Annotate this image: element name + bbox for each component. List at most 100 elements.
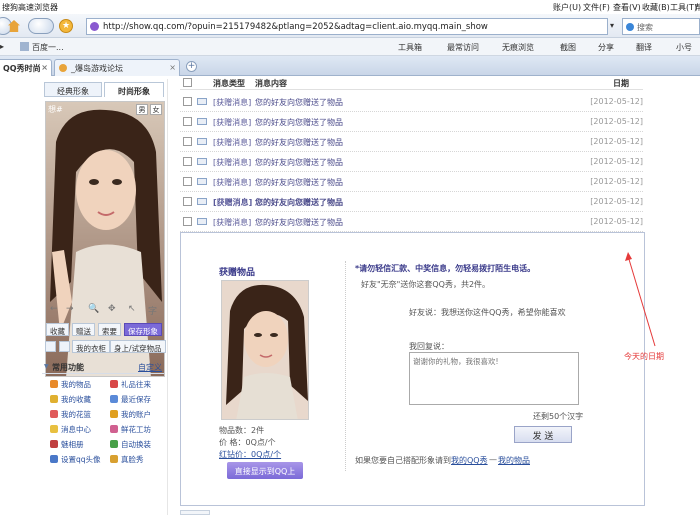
menu-tools[interactable]: 工具(T) [670,2,697,13]
tab-classic-image[interactable]: 经典形象 [44,82,102,97]
row-checkbox[interactable] [183,97,192,106]
my-wardrobe-button[interactable]: 我的衣柜 [72,340,110,353]
row-content[interactable]: 您的好友向您赠送了物品 [255,217,343,228]
row-content[interactable]: 您的好友向您赠送了物品 [255,177,343,188]
row-date: [2012-05-12] [590,197,643,206]
header-date: 日期 [613,79,629,88]
toolbar-share[interactable]: 分享 [598,42,614,53]
gift-item-preview [221,280,309,420]
functions-header: ▼ 常用功能 自定义 [42,362,164,374]
undo-icon[interactable]: ← [50,304,58,314]
close-icon[interactable]: × [41,63,48,72]
window-title: 搜狗高速浏览器 [2,3,58,12]
menu-view[interactable]: 查看(V) [613,2,641,13]
text-icon[interactable]: 字 [148,304,157,317]
row-content[interactable]: 您的好友向您赠送了物品 [255,97,343,108]
new-tab-icon[interactable]: + [186,61,197,72]
function-link[interactable]: 自动换装 [110,439,151,450]
gender-female-button[interactable]: 女 [150,104,162,115]
my-qq-show-link[interactable]: 我的QQ秀 [451,455,488,466]
function-label: 礼品往来 [121,380,151,389]
close-icon[interactable]: × [169,63,176,72]
red-diamond-price[interactable]: 红钻价：0Q点/个 [219,449,281,460]
row-checkbox[interactable] [183,117,192,126]
function-link[interactable]: 我的物品 [50,379,91,390]
function-link[interactable]: 我的账户 [110,409,151,420]
try-on-button[interactable]: 身上/试穿物品 [110,340,166,353]
menu-help[interactable]: 帮 [695,2,700,13]
collect-button[interactable]: 收藏 [46,323,69,336]
row-content[interactable]: 您的好友向您赠送了物品 [255,137,343,148]
favorite-star-icon[interactable]: ★ [59,19,73,33]
function-link[interactable]: 最近保存 [110,394,151,405]
row-checkbox[interactable] [183,177,192,186]
row-checkbox[interactable] [183,137,192,146]
gift-button[interactable]: 赠送 [72,323,95,336]
function-icon [50,440,58,448]
annotation-label: 今天的日期 [624,352,664,361]
refresh-icon[interactable] [28,18,54,34]
toolbar-translate[interactable]: 翻译 [636,42,652,53]
request-button[interactable]: 索要 [98,323,121,336]
menu-favorites[interactable]: 收藏(B) [642,2,670,13]
tab-fashion-image[interactable]: 时尚形象 [104,82,164,97]
tab-forum[interactable]: _爆岛游戏论坛 × [54,59,180,76]
toolbar-private-browsing[interactable]: 无痕浏览 [502,42,534,53]
function-link[interactable]: 我的花篮 [50,409,91,420]
tab-qq-show[interactable]: QQ秀时尚 × [0,59,52,76]
show-on-qq-button[interactable]: 直接显示到QQ上 [227,462,303,479]
function-link[interactable]: 消息中心 [50,424,91,435]
row-checkbox[interactable] [183,157,192,166]
envelope-icon [197,178,207,185]
address-text: http://show.qq.com/?opuin=215179482&ptla… [103,22,488,32]
row-checkbox[interactable] [183,217,192,226]
toolbar-screenshot[interactable]: 截图 [560,42,576,53]
toolbar-toolbox[interactable]: 工具箱 [398,42,422,53]
reply-input[interactable] [409,352,579,405]
menu-file[interactable]: 文件(F) [583,2,610,13]
search-box[interactable]: 搜索 [622,18,700,35]
select-all-checkbox[interactable] [183,78,192,87]
send-button[interactable]: 发 送 [514,426,572,443]
customize-link[interactable]: 自定义 [138,362,162,373]
row-checkbox[interactable] [183,197,192,206]
collapse-icon[interactable]: ▼ [44,363,49,370]
detail-title: 获赠物品 [219,268,256,278]
message-row[interactable]: [获赠消息] 您的好友向您赠送了物品 [2012-05-12] [180,132,643,152]
row-content[interactable]: 您的好友向您赠送了物品 [255,117,343,128]
bookmark-arrow-icon[interactable]: ▸ [0,42,4,51]
row-type: [获赠消息] [213,118,252,127]
zoom-icon[interactable]: 🔍 [88,304,99,314]
toolbar-alt-account[interactable]: 小号 [676,42,692,53]
address-bar[interactable]: http://show.qq.com/?opuin=215179482&ptla… [86,18,608,35]
function-link[interactable]: 真脸秀 [110,454,144,465]
function-link[interactable]: 魅相册 [50,439,84,450]
my-items-link[interactable]: 我的物品 [498,455,530,466]
save-image-button[interactable]: 保存形象 [124,323,162,336]
message-row[interactable]: [获赠消息] 您的好友向您赠送了物品 [2012-05-12] [180,192,643,212]
function-link[interactable]: 鲜花工坊 [110,424,151,435]
row-content[interactable]: 您的好友向您赠送了物品 [255,197,343,208]
message-row[interactable]: [获赠消息] 您的好友向您赠送了物品 [2012-05-12] [180,152,643,172]
move-icon[interactable]: ✥ [108,304,116,314]
function-link[interactable]: 我的收藏 [50,394,91,405]
row-content[interactable]: 您的好友向您赠送了物品 [255,157,343,168]
redo-icon[interactable]: → [66,304,74,314]
row-type: [获赠消息] [213,218,252,227]
message-row[interactable]: [获赠消息] 您的好友向您赠送了物品 [2012-05-12] [180,172,643,192]
gender-male-button[interactable]: 男 [136,104,148,115]
bookmark-baidu[interactable]: 百度一... [32,42,64,53]
function-link[interactable]: 设置qq头像 [50,454,101,465]
gift-item-photo [222,281,308,419]
message-row[interactable]: [获赠消息] 您的好友向您赠送了物品 [2012-05-12] [180,212,643,232]
function-link[interactable]: 礼品往来 [110,379,151,390]
menu-account[interactable]: 账户(U) [553,2,581,13]
function-label: 设置qq头像 [61,455,101,464]
pointer-icon[interactable]: ↖ [128,304,136,314]
toolbar-most-visited[interactable]: 最常访问 [447,42,479,53]
message-row[interactable]: [获赠消息] 您的好友向您赠送了物品 [2012-05-12] [180,112,643,132]
address-dropdown-icon[interactable]: ▾ [610,21,614,30]
message-row[interactable]: [获赠消息] 您的好友向您赠送了物品 [2012-05-12] [180,92,643,112]
function-icon [110,455,118,463]
functions-title: 常用功能 [52,363,84,372]
